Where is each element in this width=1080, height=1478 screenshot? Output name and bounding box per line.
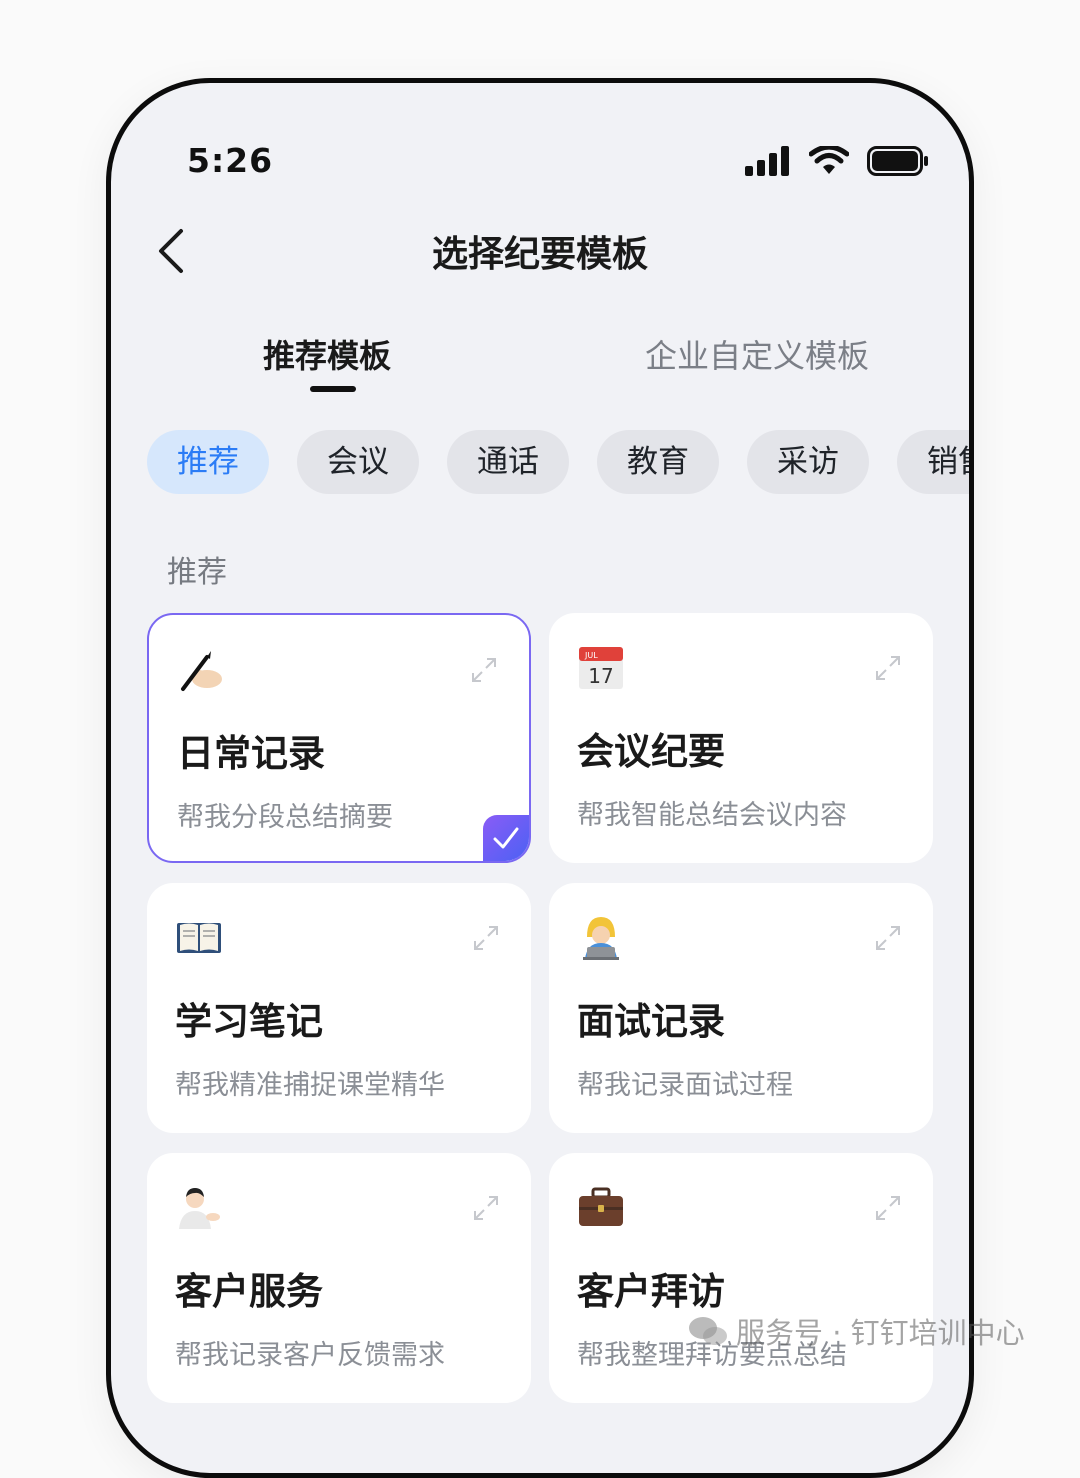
expand-icon[interactable] <box>873 923 903 953</box>
wechat-icon <box>689 1317 727 1345</box>
chip-education[interactable]: 教育 <box>597 430 719 494</box>
template-title: 客户服务 <box>175 1270 323 1313</box>
person-tipping-hand-icon <box>179 1188 220 1229</box>
selected-badge <box>483 815 529 861</box>
battery-icon <box>867 146 928 176</box>
expand-icon[interactable] <box>469 655 499 685</box>
chip-recommended[interactable]: 推荐 <box>147 430 269 494</box>
watermark: 服务号 · 钉钉培训中心 <box>688 1310 1025 1352</box>
template-desc: 帮我记录客户反馈需求 <box>175 1340 445 1371</box>
template-card-customer-service[interactable]: 客户服务 帮我记录客户反馈需求 <box>147 1153 531 1403</box>
chip-interview[interactable]: 采访 <box>747 430 869 494</box>
template-card-meeting[interactable]: JUL 17 会议纪要 帮我智能总结会议内容 <box>549 613 933 863</box>
expand-icon[interactable] <box>471 1193 501 1223</box>
template-card-daily[interactable]: 日常记录 帮我分段总结摘要 <box>147 613 531 863</box>
checkmark-icon <box>493 827 519 849</box>
tab-recommended-templates[interactable]: 推荐模板 <box>263 331 391 377</box>
template-card-interview[interactable]: 面试记录 帮我记录面试过程 <box>549 883 933 1133</box>
chip-meeting[interactable]: 会议 <box>297 430 419 494</box>
watermark-text: 服务号 · 钉钉培训中心 <box>736 1316 1025 1350</box>
category-chips: 推荐 会议 通话 教育 采访 销售 <box>147 430 969 494</box>
calendar-day: 17 <box>588 664 613 688</box>
signal-icon <box>745 146 789 176</box>
status-icons <box>745 143 929 179</box>
expand-icon[interactable] <box>873 653 903 683</box>
person-laptop-icon <box>583 917 619 960</box>
template-title: 学习笔记 <box>175 1000 323 1043</box>
status-time: 5:26 <box>187 141 274 180</box>
template-title: 会议纪要 <box>577 730 725 773</box>
chip-sales[interactable]: 销售 <box>897 430 969 494</box>
template-title: 客户拜访 <box>577 1270 725 1313</box>
calendar-month: JUL <box>584 651 598 660</box>
expand-icon[interactable] <box>873 1193 903 1223</box>
briefcase-icon <box>579 1187 623 1226</box>
tab-underline <box>310 386 356 392</box>
phone-frame: 5:26 选择纪要模板 推荐模板 企业自定义模板 推荐 会议 通话 教育 采访 … <box>106 78 974 1478</box>
template-title: 日常记录 <box>177 732 325 775</box>
writing-hand-icon <box>181 651 222 691</box>
section-label: 推荐 <box>167 555 227 590</box>
template-title: 面试记录 <box>577 1000 725 1043</box>
chip-call[interactable]: 通话 <box>447 430 569 494</box>
calendar-icon: JUL 17 <box>579 647 623 689</box>
template-card-study[interactable]: 学习笔记 帮我精准捕捉课堂精华 <box>147 883 531 1133</box>
page-title: 选择纪要模板 <box>431 234 648 275</box>
tab-enterprise-templates[interactable]: 企业自定义模板 <box>645 331 869 377</box>
template-desc: 帮我记录面试过程 <box>577 1070 793 1101</box>
open-book-icon <box>177 923 221 953</box>
expand-icon[interactable] <box>471 923 501 953</box>
template-desc: 帮我智能总结会议内容 <box>577 800 847 831</box>
template-desc: 帮我精准捕捉课堂精华 <box>175 1070 445 1101</box>
template-desc: 帮我分段总结摘要 <box>177 802 393 833</box>
wifi-icon <box>809 146 849 174</box>
template-card-customer-visit[interactable]: 客户拜访 帮我整理拜访要点总结 <box>549 1153 933 1403</box>
